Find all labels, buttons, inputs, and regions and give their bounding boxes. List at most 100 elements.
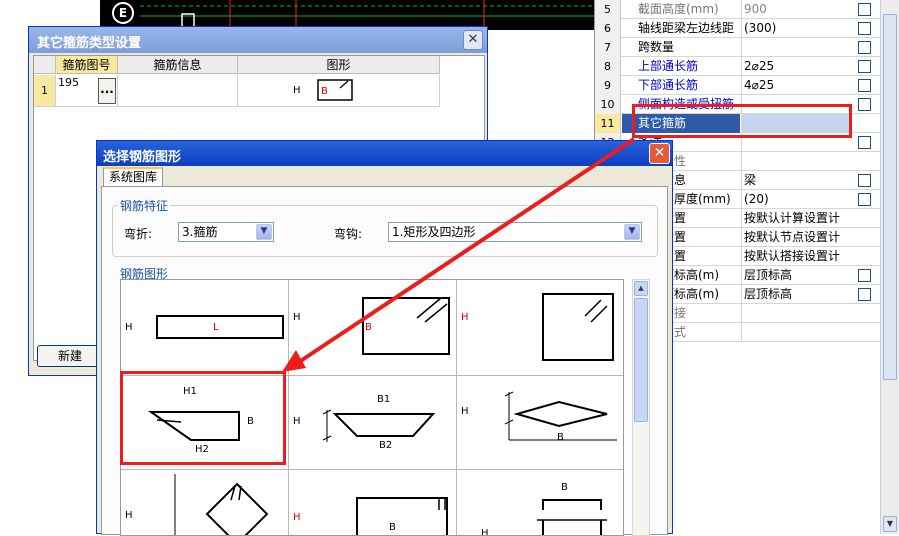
bend-select[interactable]: 3.箍筋 ▼	[178, 222, 274, 242]
code-cell[interactable]: 195 ...	[56, 75, 118, 107]
shape-cell-5[interactable]: H B1 B2	[289, 376, 457, 470]
scroll-thumb[interactable]	[634, 298, 648, 422]
property-name: 截面高度(mm)	[638, 2, 719, 16]
browse-button[interactable]: ...	[98, 78, 116, 104]
gallery-scrollbar[interactable]: ▲	[632, 279, 650, 536]
bend-select-value: 3.箍筋	[182, 225, 218, 239]
property-checkbox[interactable]	[858, 98, 871, 111]
property-checkbox[interactable]	[858, 136, 871, 149]
shape-label: H	[481, 528, 489, 536]
dialog-titlebar[interactable]: 其它箍筋类型设置 ✕	[29, 27, 487, 53]
shape-cell-9[interactable]: H B	[457, 470, 623, 536]
property-value[interactable]: 按默认节点设置计	[741, 228, 851, 247]
shape-label: B2	[379, 440, 393, 451]
shape-9-drawing	[537, 499, 607, 535]
property-row[interactable]: 7 跨数量	[595, 38, 881, 57]
property-checkbox[interactable]	[858, 174, 871, 187]
shape-label: H	[293, 312, 301, 323]
property-value[interactable]: 4⌀25	[741, 76, 851, 95]
property-checkbox[interactable]	[858, 41, 871, 54]
property-checkbox[interactable]	[858, 3, 871, 16]
property-value[interactable]: (300)	[741, 19, 851, 38]
property-value[interactable]: 按默认计算设置计	[741, 209, 851, 228]
property-row[interactable]: 6 轴线距梁左边线距 (300)	[595, 19, 881, 38]
bend-label: 弯折:	[124, 227, 153, 241]
scroll-up-icon[interactable]: ▲	[634, 281, 648, 296]
property-name: 跨数量	[638, 40, 675, 54]
shape-label: H1	[183, 386, 197, 397]
shape-cell-4[interactable]: H1 H2 B	[121, 376, 289, 470]
column-header-code[interactable]: 箍筋图号	[56, 56, 118, 74]
shape-cell: H B	[238, 75, 440, 107]
rebar-shape-dialog: 选择钢筋图形 ✕ 系统图库 钢筋特征 弯折: 3.箍筋 ▼ 弯钩: 1.矩形及四…	[96, 140, 673, 536]
property-value[interactable]	[741, 152, 851, 171]
dialog-title: 其它箍筋类型设置	[37, 36, 142, 51]
shape-7-drawing	[174, 474, 269, 535]
property-checkbox[interactable]	[858, 193, 871, 206]
tab-system-library[interactable]: 系统图库	[103, 167, 163, 187]
property-value[interactable]	[741, 133, 851, 152]
property-value[interactable]	[741, 38, 851, 57]
property-name: 其它箍筋	[622, 114, 740, 133]
property-value[interactable]: 层顶标高	[741, 266, 851, 285]
tab-panel: 钢筋特征 弯折: 3.箍筋 ▼ 弯钩: 1.矩形及四边形 ▼ 钢筋图形 H L	[101, 186, 668, 536]
property-value[interactable]: 900	[741, 0, 851, 19]
chevron-down-icon[interactable]: ▼	[256, 224, 272, 240]
property-scrollbar[interactable]: ▼	[880, 0, 899, 534]
shape-4-drawing	[147, 411, 240, 441]
hook-select[interactable]: 1.矩形及四边形 ▼	[388, 222, 642, 242]
shape-label: B	[247, 416, 254, 427]
features-group-label: 钢筋特征	[118, 197, 171, 214]
property-value[interactable]: 2⌀25	[741, 57, 851, 76]
column-header-info[interactable]: 箍筋信息	[118, 56, 238, 74]
property-checkbox[interactable]	[858, 60, 871, 73]
property-name: 上部通长筋	[638, 59, 699, 73]
property-row[interactable]: 10 侧面构造或受扭筋	[595, 95, 881, 114]
property-value[interactable]: (20)	[741, 190, 851, 209]
code-value: 195	[58, 76, 79, 89]
shape-label-b: B	[321, 86, 328, 97]
new-button[interactable]: 新建	[37, 345, 103, 367]
shape-cell-1[interactable]: H L	[121, 280, 289, 376]
column-header-shape[interactable]: 图形	[238, 56, 440, 74]
property-value[interactable]	[741, 304, 851, 323]
property-name: 下部通长筋	[638, 78, 699, 92]
property-value[interactable]: 层顶标高	[741, 285, 851, 304]
shape-label: B	[389, 522, 396, 533]
property-row[interactable]: 8 上部通长筋 2⌀25	[595, 57, 881, 76]
shape-label: L	[213, 322, 219, 333]
scroll-thumb[interactable]	[883, 14, 897, 380]
property-value[interactable]: 梁	[741, 171, 851, 190]
scroll-down-icon[interactable]: ▼	[883, 516, 897, 532]
property-checkbox[interactable]	[858, 288, 871, 301]
property-value[interactable]: 按默认搭接设置计	[741, 247, 851, 266]
property-row[interactable]: 9 下部通长筋 4⌀25	[595, 76, 881, 95]
grid-corner	[34, 56, 56, 74]
close-icon[interactable]: ✕	[649, 143, 670, 164]
property-value[interactable]	[741, 114, 851, 133]
dialog-titlebar[interactable]: 选择钢筋图形 ✕	[97, 141, 672, 166]
shape-cell-2[interactable]: H B	[289, 280, 457, 376]
axis-marker: E	[112, 2, 134, 24]
dialog-title: 选择钢筋图形	[103, 150, 182, 165]
property-row-number: 8	[595, 57, 621, 76]
property-checkbox[interactable]	[858, 79, 871, 92]
shape-cell-6[interactable]: H B	[457, 376, 623, 470]
shape-label: H	[125, 322, 133, 333]
hook-label: 弯钩:	[334, 227, 363, 241]
property-value[interactable]	[741, 95, 851, 114]
shape-cell-8[interactable]: H B	[289, 470, 457, 535]
shape-cell-3[interactable]: H	[457, 280, 623, 376]
info-cell[interactable]	[118, 75, 238, 107]
property-row[interactable]: 11 其它箍筋	[595, 114, 881, 133]
property-checkbox[interactable]	[858, 22, 871, 35]
property-row[interactable]: 5 截面高度(mm) 900	[595, 0, 881, 19]
shape-2-drawing	[362, 297, 450, 355]
shape-cell-7[interactable]: H	[121, 470, 289, 535]
chevron-down-icon[interactable]: ▼	[624, 224, 640, 240]
property-value[interactable]	[741, 323, 851, 342]
property-checkbox[interactable]	[858, 269, 871, 282]
shape-label: H	[293, 512, 301, 523]
close-icon[interactable]: ✕	[463, 30, 483, 50]
shape-label: B	[557, 432, 564, 443]
